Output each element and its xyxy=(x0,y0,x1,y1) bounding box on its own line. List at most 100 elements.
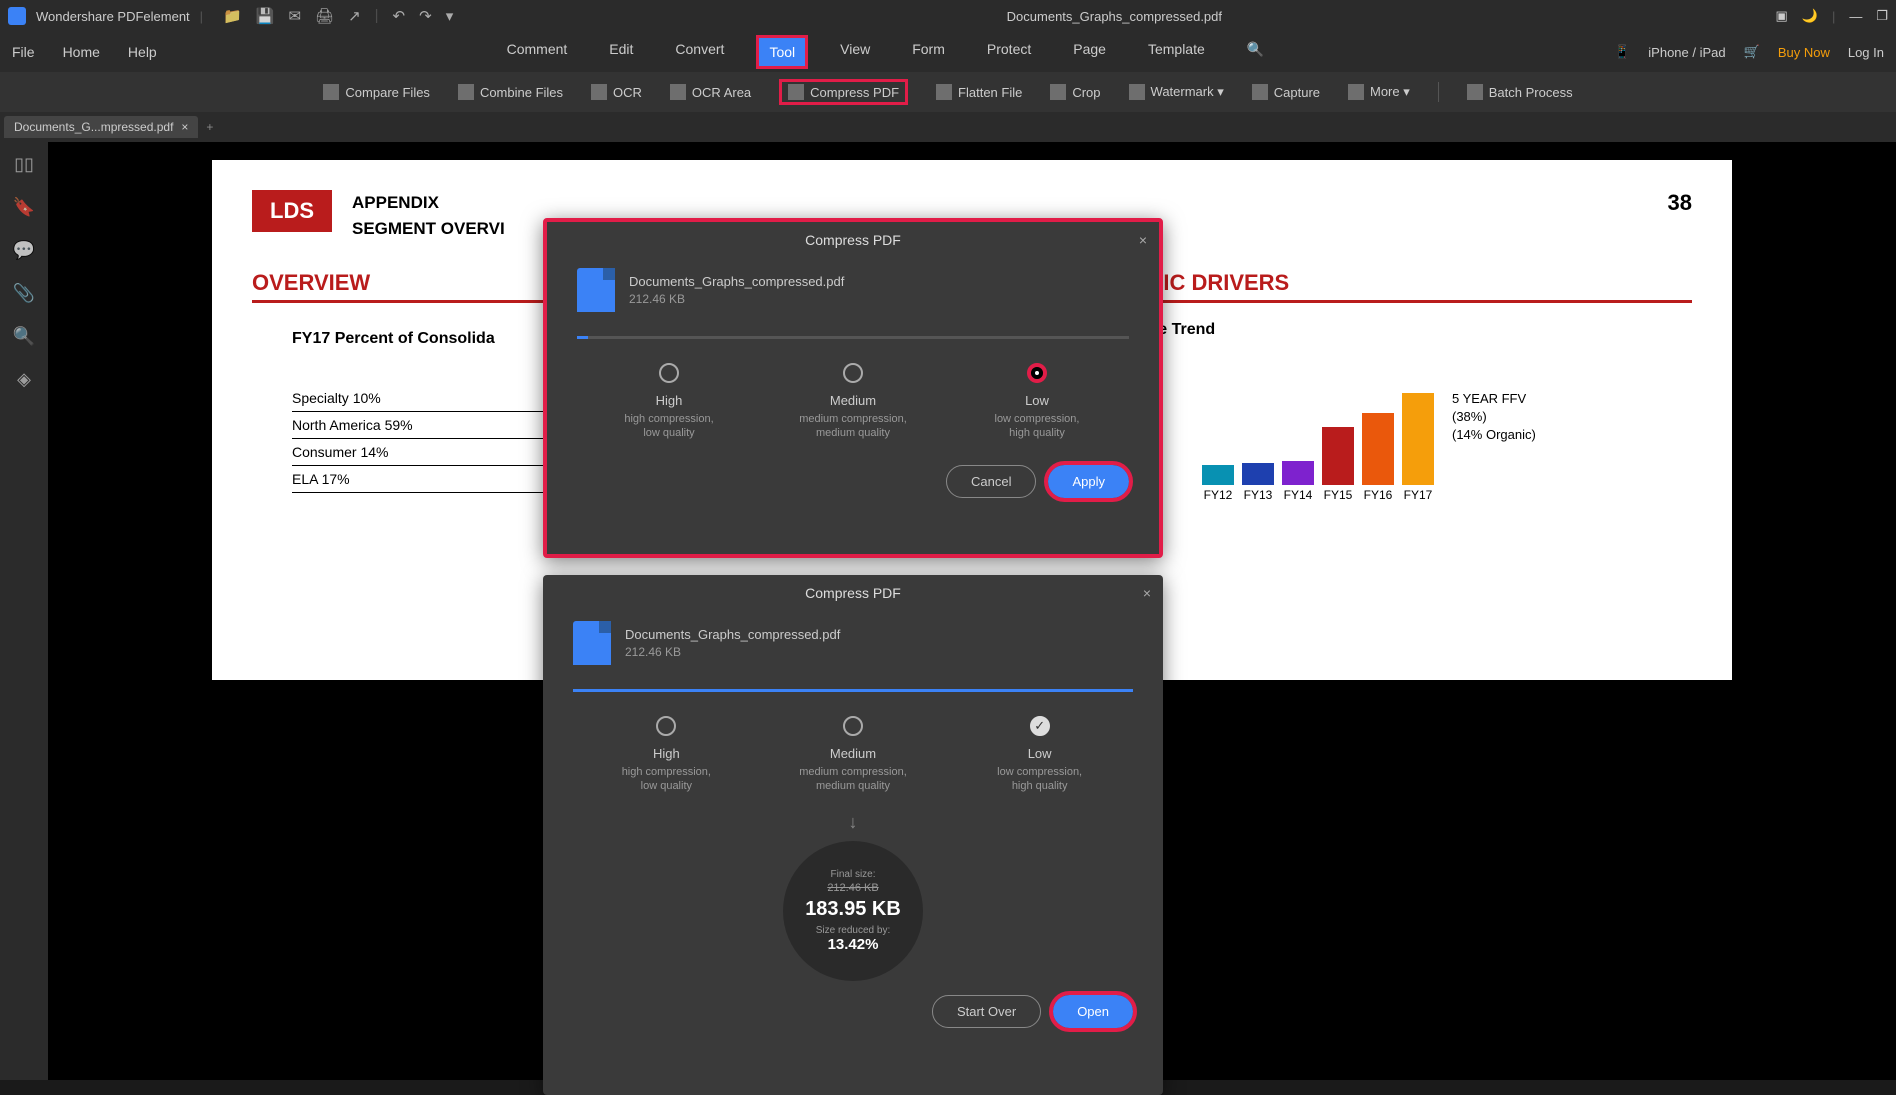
search-icon[interactable]: 🔍 xyxy=(1237,35,1274,69)
menu-convert[interactable]: Convert xyxy=(665,35,734,69)
separator: | xyxy=(200,9,203,24)
option-name: Low xyxy=(970,746,1110,761)
tool-icon xyxy=(670,84,686,100)
original-size: 212.46 KB xyxy=(827,882,878,894)
chart-note-line: 5 YEAR FFV xyxy=(1452,390,1536,408)
tab-label: Documents_G...mpressed.pdf xyxy=(14,120,173,134)
tab-add-icon[interactable]: + xyxy=(206,120,213,134)
toolbar: Compare Files Combine Files OCR OCR Area Com… xyxy=(0,72,1896,112)
radio-icon[interactable] xyxy=(843,716,863,736)
layers-icon[interactable]: ◈ xyxy=(17,369,31,390)
menu-comment[interactable]: Comment xyxy=(497,35,578,69)
option-desc: medium compression,medium quality xyxy=(783,765,923,794)
dialog-title-text: Compress PDF xyxy=(805,585,901,601)
new-size: 183.95 KB xyxy=(805,898,901,921)
menu-template[interactable]: Template xyxy=(1138,35,1215,69)
option-high[interactable]: Highhigh compression,low quality xyxy=(596,716,736,794)
tool-icon xyxy=(1252,84,1268,100)
darkmode-icon[interactable]: 🌙 xyxy=(1802,8,1818,24)
apply-button[interactable]: Apply xyxy=(1048,465,1129,498)
menu-edit[interactable]: Edit xyxy=(599,35,643,69)
comments-icon[interactable]: 💬 xyxy=(13,240,35,261)
tool-icon xyxy=(591,84,607,100)
close-icon[interactable]: × xyxy=(1139,232,1147,248)
device-label[interactable]: iPhone / iPad xyxy=(1648,45,1725,60)
start-over-button[interactable]: Start Over xyxy=(932,995,1041,1028)
menu-form[interactable]: Form xyxy=(902,35,955,69)
redo-icon[interactable]: ↷ xyxy=(419,7,432,25)
file-size: 212.46 KB xyxy=(625,645,840,659)
share-icon[interactable]: ↗ xyxy=(348,7,361,25)
option-medium[interactable]: Medium medium compression,medium quality xyxy=(783,716,923,794)
buy-now-link[interactable]: Buy Now xyxy=(1778,45,1830,60)
tool-icon xyxy=(323,84,339,100)
more-icon[interactable]: ▾ xyxy=(446,7,454,25)
tool-combine-files[interactable]: Combine Files xyxy=(458,84,563,100)
tool-watermark-[interactable]: Watermark ▾ xyxy=(1129,84,1224,100)
chart-note: 5 YEAR FFV(38%)(14% Organic) xyxy=(1452,390,1536,445)
tool-crop[interactable]: Crop xyxy=(1050,84,1100,100)
tool-ocr-area[interactable]: OCR Area xyxy=(670,84,751,100)
undo-icon[interactable]: ↶ xyxy=(393,7,406,25)
restore-icon[interactable]: ❐ xyxy=(1876,8,1888,24)
open-button[interactable]: Open xyxy=(1053,995,1133,1028)
minimize-icon[interactable]: — xyxy=(1849,9,1862,24)
menu-page[interactable]: Page xyxy=(1063,35,1116,69)
separator: | xyxy=(1832,9,1835,24)
thumbnails-icon[interactable]: ▯▯ xyxy=(14,154,34,175)
login-link[interactable]: Log In xyxy=(1848,45,1884,60)
document-tab[interactable]: Documents_G...mpressed.pdf × xyxy=(4,116,198,138)
tool-flatten-file[interactable]: Flatten File xyxy=(936,84,1022,100)
option-name: Low xyxy=(967,393,1107,408)
open-icon[interactable]: 📁 xyxy=(223,7,242,25)
mail-icon[interactable]: ✉ xyxy=(288,7,301,25)
dialog-file-row: Documents_Graphs_compressed.pdf 212.46 K… xyxy=(547,258,1159,322)
tool-more-[interactable]: More ▾ xyxy=(1348,84,1410,100)
lds-logo: LDS xyxy=(252,190,332,232)
tool-batch-process[interactable]: Batch Process xyxy=(1467,84,1573,100)
tool-label: Capture xyxy=(1274,85,1320,100)
radio-icon[interactable] xyxy=(656,716,676,736)
attachments-icon[interactable]: 📎 xyxy=(13,283,35,304)
bookmarks-icon[interactable]: 🔖 xyxy=(13,197,35,218)
file-name: Documents_Graphs_compressed.pdf xyxy=(625,627,840,642)
radio-icon[interactable] xyxy=(1027,363,1047,383)
menu-protect[interactable]: Protect xyxy=(977,35,1041,69)
page-header: APPENDIX SEGMENT OVERVI xyxy=(352,190,505,241)
tool-compare-files[interactable]: Compare Files xyxy=(323,84,430,100)
menu-tool[interactable]: Tool xyxy=(756,35,808,69)
tool-compress-pdf[interactable]: Compress PDF xyxy=(779,79,908,105)
option-high[interactable]: Highhigh compression,low quality xyxy=(599,363,739,441)
tool-label: Compress PDF xyxy=(810,85,899,100)
tool-ocr[interactable]: OCR xyxy=(591,84,642,100)
option-name: Medium xyxy=(783,746,923,761)
chart-note-line: (38%) xyxy=(1452,408,1536,426)
radio-icon[interactable] xyxy=(843,363,863,383)
header-line1: APPENDIX xyxy=(352,190,505,216)
tool-icon xyxy=(1467,84,1483,100)
separator xyxy=(1438,82,1439,102)
menu-file[interactable]: File xyxy=(12,44,35,60)
menu-home[interactable]: Home xyxy=(63,44,100,60)
save-icon[interactable]: 💾 xyxy=(256,7,275,25)
option-low[interactable]: Lowlow compression,high quality xyxy=(967,363,1107,441)
cancel-button[interactable]: Cancel xyxy=(946,465,1036,498)
header-line2: SEGMENT OVERVI xyxy=(352,216,505,242)
option-low[interactable]: Lowlow compression,high quality xyxy=(970,716,1110,794)
separator: | xyxy=(375,7,379,25)
radio-icon[interactable] xyxy=(659,363,679,383)
chart-note-line: (14% Organic) xyxy=(1452,426,1536,444)
bar-label: FY17 xyxy=(1402,488,1434,502)
dialog-title-text: Compress PDF xyxy=(805,232,901,248)
tool-capture[interactable]: Capture xyxy=(1252,84,1320,100)
bar-label: FY12 xyxy=(1202,488,1234,502)
screenshot-icon[interactable]: ▣ xyxy=(1775,8,1787,24)
menu-view[interactable]: View xyxy=(830,35,880,69)
search-icon[interactable]: 🔍 xyxy=(13,326,35,347)
option-medium[interactable]: Mediummedium compression,medium quality xyxy=(783,363,923,441)
print-icon[interactable]: 🖨 xyxy=(315,7,334,25)
tab-close-icon[interactable]: × xyxy=(181,120,188,134)
menu-help[interactable]: Help xyxy=(128,44,157,60)
radio-icon[interactable] xyxy=(1030,716,1050,736)
close-icon[interactable]: × xyxy=(1143,585,1151,601)
